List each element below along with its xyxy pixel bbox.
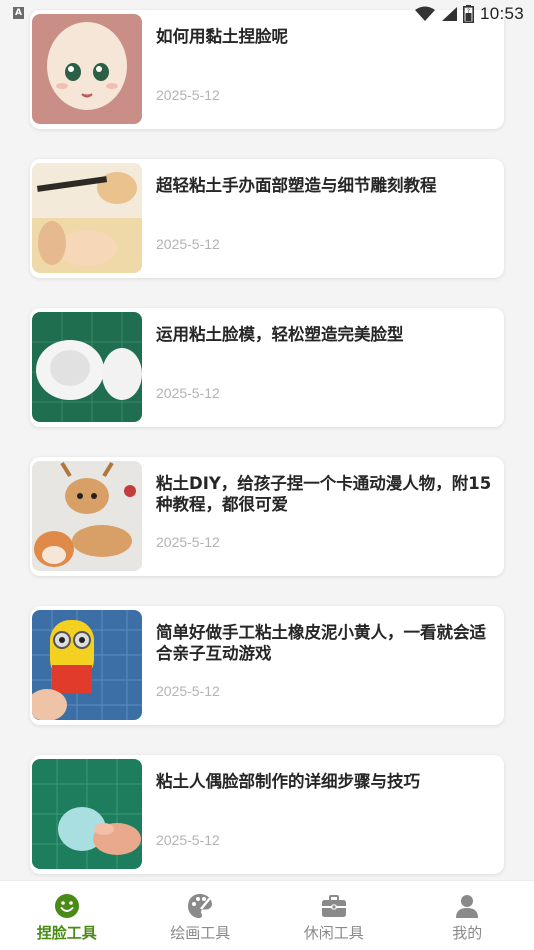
article-title[interactable]: 运用粘土脸模，轻松塑造完美脸型 — [156, 324, 496, 345]
article-card[interactable]: 粘土DIY，给孩子捏一个卡通动漫人物，附15种教程，都很可爱 2025-5-12 — [30, 457, 504, 576]
article-date: 2025-5-12 — [156, 385, 220, 401]
article-date: 2025-5-12 — [156, 236, 220, 252]
clay-face-pressing-image — [32, 759, 142, 869]
briefcase-icon — [321, 895, 346, 917]
article-date: 2025-5-12 — [156, 683, 220, 699]
article-title[interactable]: 超轻粘土手办面部塑造与细节雕刻教程 — [156, 175, 496, 196]
palette-icon — [188, 894, 213, 918]
clay-face-mold-image — [32, 312, 142, 422]
status-bar: A ? 10:53 — [0, 0, 534, 28]
clock: 10:53 — [479, 4, 524, 23]
article-title[interactable]: 粘土DIY，给孩子捏一个卡通动漫人物，附15种教程，都很可爱 — [156, 473, 496, 515]
article-card[interactable]: 简单好做手工粘土橡皮泥小黄人，一看就会适合亲子互动游戏 2025-5-12 — [30, 606, 504, 725]
person-icon — [456, 895, 479, 918]
article-card[interactable]: 超轻粘土手办面部塑造与细节雕刻教程 2025-5-12 — [30, 159, 504, 278]
cell-signal-icon — [441, 7, 457, 21]
article-card[interactable]: 运用粘土脸模，轻松塑造完美脸型 2025-5-12 — [30, 308, 504, 427]
article-date: 2025-5-12 — [156, 832, 220, 848]
wifi-icon — [414, 6, 435, 21]
article-date: 2025-5-12 — [156, 87, 220, 103]
tab-mine[interactable]: 我的 — [401, 881, 534, 950]
svg-text:?: ? — [467, 8, 470, 15]
tab-label: 休闲工具 — [303, 924, 364, 942]
smiley-icon — [54, 894, 79, 918]
bottom-tab-bar: 捏脸工具 绘画工具 休闲工具 我的 — [0, 880, 534, 950]
tab-drawing-tools[interactable]: 绘画工具 — [134, 881, 268, 950]
clay-doll-face-image — [32, 14, 142, 124]
article-title[interactable]: 如何用黏土捏脸呢 — [156, 26, 496, 47]
article-list[interactable]: 如何用黏土捏脸呢 2025-5-12 超轻粘土手办面部塑造与细节雕刻教程 202… — [0, 0, 534, 880]
clay-face-sculpting-image — [32, 163, 142, 273]
article-card[interactable]: 粘土人偶脸部制作的详细步骤与技巧 2025-5-12 — [30, 755, 504, 874]
article-date: 2025-5-12 — [156, 534, 220, 550]
battery-icon: ? — [462, 5, 474, 23]
tab-face-tools[interactable]: 捏脸工具 — [0, 881, 134, 950]
article-title[interactable]: 简单好做手工粘土橡皮泥小黄人，一看就会适合亲子互动游戏 — [156, 622, 496, 664]
clay-deer-figures-image — [32, 461, 142, 571]
tab-label: 我的 — [452, 924, 483, 942]
tab-label: 捏脸工具 — [36, 924, 97, 942]
tab-label: 绘画工具 — [170, 924, 231, 942]
notification-badge: A — [13, 7, 24, 19]
tab-leisure-tools[interactable]: 休闲工具 — [267, 881, 401, 950]
article-title[interactable]: 粘土人偶脸部制作的详细步骤与技巧 — [156, 771, 496, 792]
clay-minion-image — [32, 610, 142, 720]
